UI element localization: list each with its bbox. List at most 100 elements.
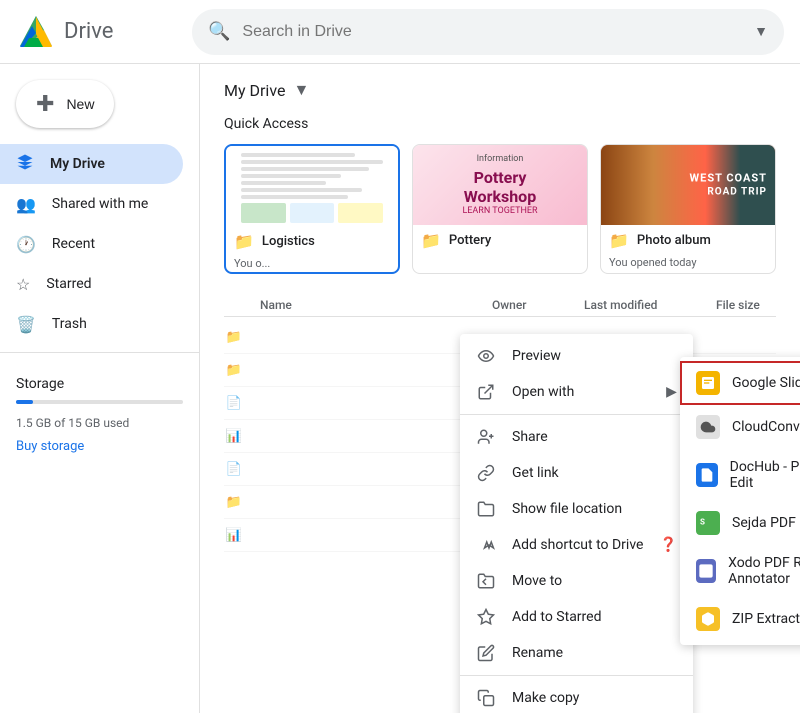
file-icon: 📁 (224, 327, 244, 347)
my-drive-dropdown-icon[interactable]: ▼ (293, 80, 309, 100)
pottery-preview: Information PotteryWorkshop LEARN TOGETH… (413, 145, 587, 225)
search-bar[interactable]: 🔍 ▼ (192, 9, 784, 55)
menu-item-move-to[interactable]: Move to (460, 563, 693, 599)
logo-area: Drive (16, 12, 176, 52)
add-starred-label: Add to Starred (512, 609, 677, 625)
open-with-icon (476, 382, 496, 402)
submenu-item-google-slides[interactable]: Google Slides (680, 361, 800, 405)
buy-storage-link[interactable]: Buy storage (16, 439, 183, 454)
logistics-subtitle: You o... (226, 257, 398, 274)
make-copy-label: Make copy (512, 690, 677, 706)
plus-icon: ✚ (36, 91, 54, 117)
make-copy-icon (476, 688, 496, 708)
preview-icon (476, 346, 496, 366)
doc-line (241, 153, 355, 157)
quick-card-pottery[interactable]: Information PotteryWorkshop LEARN TOGETH… (412, 144, 588, 274)
trash-icon: 🗑️ (16, 315, 36, 334)
search-input[interactable] (242, 23, 742, 41)
drive-logo-icon (16, 12, 56, 52)
sidebar-divider (0, 352, 199, 353)
storage-label: Storage (16, 376, 64, 392)
pottery-title: PotteryWorkshop (464, 168, 536, 206)
header-name: Name (260, 298, 480, 312)
search-dropdown-icon[interactable]: ▼ (754, 23, 768, 40)
move-to-icon (476, 571, 496, 591)
doc-line (241, 167, 370, 171)
open-with-arrow-icon: ▶ (666, 384, 677, 400)
move-to-label: Move to (512, 573, 677, 589)
logistics-preview (226, 146, 398, 226)
menu-item-make-copy[interactable]: Make copy (460, 680, 693, 713)
dochub-icon (696, 463, 718, 487)
new-button[interactable]: ✚ New (16, 80, 114, 128)
submenu-item-dochub[interactable]: DocHub - PDF Sign and Edit (680, 449, 800, 501)
app-header: Drive 🔍 ▼ (0, 0, 800, 64)
photo-preview: WEST COAST ROAD TRIP (601, 145, 775, 225)
doc-line (241, 160, 384, 164)
photo-text-overlay: WEST COAST ROAD TRIP (690, 171, 768, 198)
file-icon: 📄 (224, 459, 244, 479)
logistics-folder-icon: 📁 (234, 232, 254, 251)
submenu-item-zip[interactable]: ZIP Extractor (680, 597, 800, 641)
content-area: My Drive ▼ Quick Access (200, 64, 800, 713)
submenu-item-sejda[interactable]: S Sejda PDF (680, 501, 800, 545)
google-slides-icon (696, 371, 720, 395)
my-drive-header: My Drive ▼ (224, 80, 776, 100)
menu-item-get-link[interactable]: Get link (460, 455, 693, 491)
menu-item-preview[interactable]: Preview (460, 338, 693, 374)
header-owner: Owner (492, 298, 572, 312)
file-icon: 📊 (224, 525, 244, 545)
add-shortcut-help-icon: ❓ (659, 537, 676, 553)
file-icon: 📁 (224, 492, 244, 512)
pottery-folder-icon: 📁 (421, 231, 441, 250)
menu-item-add-shortcut[interactable]: Add shortcut to Drive ❓ (460, 527, 693, 563)
doc-line (241, 181, 327, 185)
sidebar-item-starred[interactable]: ☆ Starred (0, 264, 183, 304)
submenu-item-cloudconvert[interactable]: CloudConvert (680, 405, 800, 449)
menu-item-rename[interactable]: Rename (460, 635, 693, 671)
google-slides-label: Google Slides (732, 375, 800, 391)
quick-card-logistics[interactable]: 📁 Logistics You o... (224, 144, 400, 274)
sidebar-item-my-drive[interactable]: My Drive (0, 144, 183, 184)
new-button-label: New (66, 96, 94, 112)
quick-access-label: Quick Access (224, 116, 776, 132)
my-drive-title: My Drive (224, 81, 285, 100)
quick-card-photo-album[interactable]: WEST COAST ROAD TRIP 📁 Photo album You o… (600, 144, 776, 274)
zip-icon (696, 607, 720, 631)
doc-line (241, 195, 348, 199)
photo-album-subtitle: You opened today (601, 256, 775, 273)
header-modified: Last modified (584, 298, 704, 312)
sidebar-item-recent[interactable]: 🕐 Recent (0, 224, 183, 264)
xodo-icon (696, 559, 716, 583)
open-with-label: Open with (512, 384, 650, 400)
pottery-sub: LEARN TOGETHER (462, 206, 537, 216)
preview-label: Preview (512, 348, 677, 364)
get-link-label: Get link (512, 465, 677, 481)
submenu-item-xodo[interactable]: Xodo PDF Reader & Annotator (680, 545, 800, 597)
sidebar: ✚ New My Drive 👥 Shared with me 🕐 Recent… (0, 64, 200, 713)
pottery-info-label: Information (477, 154, 524, 164)
shared-icon: 👥 (16, 195, 36, 214)
storage-section: Storage 1.5 GB of 15 GB used Buy storage (0, 361, 199, 466)
rename-icon (476, 643, 496, 663)
file-icon: 📄 (224, 393, 244, 413)
logistics-doc (235, 146, 390, 226)
menu-item-open-with[interactable]: Open with ▶ (460, 374, 693, 410)
sidebar-item-trash[interactable]: 🗑️ Trash (0, 304, 183, 344)
sidebar-item-label: Starred (46, 276, 91, 292)
pottery-name: Pottery (449, 233, 491, 248)
sejda-icon: S (696, 511, 720, 535)
sidebar-item-shared[interactable]: 👥 Shared with me (0, 184, 183, 224)
starred-icon: ☆ (16, 275, 30, 294)
menu-item-share[interactable]: Share (460, 419, 693, 455)
photo-folder-icon: 📁 (609, 231, 629, 250)
share-icon (476, 427, 496, 447)
sidebar-item-label: Trash (52, 316, 87, 332)
menu-item-add-starred[interactable]: Add to Starred (460, 599, 693, 635)
add-shortcut-label: Add shortcut to Drive (512, 537, 643, 553)
show-location-icon (476, 499, 496, 519)
quick-access-grid: 📁 Logistics You o... Information Pottery… (224, 144, 776, 274)
add-starred-icon (476, 607, 496, 627)
menu-item-show-location[interactable]: Show file location (460, 491, 693, 527)
dochub-label: DocHub - PDF Sign and Edit (730, 459, 800, 491)
